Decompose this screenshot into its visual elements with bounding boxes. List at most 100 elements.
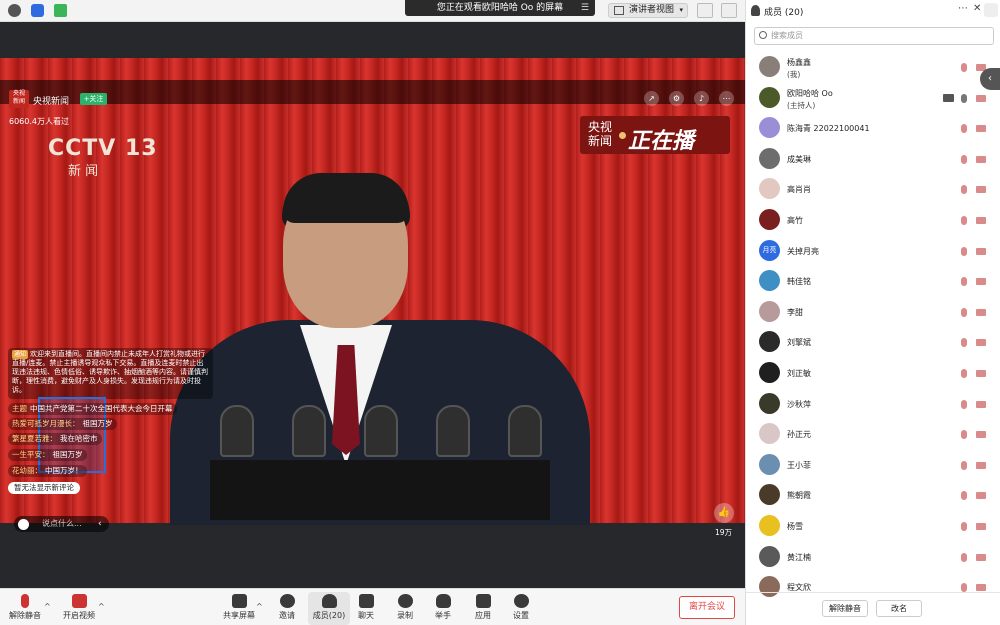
mic-muted-icon[interactable] [961,491,967,501]
mic-muted-icon[interactable] [961,216,967,225]
shield-icon[interactable] [31,4,44,17]
rename-button[interactable]: 改名 [876,600,922,617]
chevron-up-icon[interactable]: ^ [44,602,51,611]
camera-off-icon[interactable] [976,278,986,286]
member-row[interactable]: 杨雪 [746,511,1000,541]
comment: 主题 中国共产党第二十次全国代表大会今日开幕 [8,403,177,415]
more-icon[interactable]: ⋯ [958,3,968,14]
member-row[interactable]: 杨鑫鑫 (我) [746,52,1000,82]
mic-muted-icon[interactable] [961,583,967,593]
settings-button[interactable]: 设置 [500,592,542,625]
mic-muted-icon[interactable] [961,124,967,134]
mic-muted-icon[interactable] [961,522,967,531]
share-icon[interactable]: ↗ [644,91,659,106]
collapse-panel-tab[interactable]: ‹ [980,68,1000,90]
avatar [759,484,780,506]
camera-off-icon[interactable] [976,400,986,408]
members-label: 成员(20) [312,611,346,620]
follow-button[interactable]: +关注 [80,93,107,105]
member-row[interactable]: 月亮 关掉月亮 [746,236,1000,266]
member-row[interactable]: 黄江楠 [746,542,1000,572]
camera-off-icon[interactable] [976,492,986,500]
apps-button[interactable]: 应用 [462,592,504,625]
member-row[interactable]: 高肖肖 [746,174,1000,204]
camera-off-icon[interactable] [976,155,986,163]
invite-button[interactable]: 邀请 [266,592,308,625]
mic-muted-icon[interactable] [961,338,967,348]
mic-muted-icon[interactable] [961,185,967,195]
like-icon[interactable]: 👍 [714,503,734,523]
record-button[interactable]: 录制 [384,592,426,625]
member-row[interactable]: 李甜 [746,297,1000,327]
share-screen-button[interactable]: 共享屏幕 [218,592,260,625]
volume-icon[interactable]: ♪ [694,91,709,106]
settings-icon[interactable]: ⚙ [669,91,684,106]
camera-off-icon[interactable] [976,186,986,194]
camera-off-icon[interactable] [976,523,986,530]
chevron-up-icon[interactable]: ^ [256,602,263,611]
camera-off-icon[interactable] [976,553,986,561]
camera-off-icon[interactable] [976,217,986,224]
member-row[interactable]: 刘正敏 [746,358,1000,388]
member-row[interactable]: 韩佳铭 [746,266,1000,296]
unmute-button[interactable]: 解除静音 [4,592,46,625]
mic-muted-icon[interactable] [961,399,967,409]
member-row[interactable]: 欧阳哈哈 Oo (主持人) [746,83,1000,113]
member-row[interactable]: 孙正元 [746,419,1000,449]
member-row[interactable]: 高竹 [746,205,1000,235]
avatar [759,56,780,77]
mic-muted-icon[interactable] [961,430,967,440]
member-row[interactable]: 成美琳 [746,144,1000,174]
avatar [759,178,780,200]
chevron-left-icon[interactable]: ‹ [98,519,102,529]
member-row[interactable]: 陈海青 22022100041 [746,113,1000,143]
mic-muted-icon[interactable] [961,307,967,317]
camera-off-icon[interactable] [976,339,986,347]
mic-muted-icon[interactable] [961,63,967,72]
sidebar-toggle-button[interactable] [721,3,737,18]
start-video-button[interactable]: 开启视频 [58,592,100,625]
member-search-input[interactable]: 搜索成员 [754,27,994,45]
info-icon[interactable] [8,4,21,17]
share-screen-label: 共享屏幕 [223,611,255,620]
raise-hand-button[interactable]: 举手 [422,592,464,625]
member-row[interactable]: 沙秋萍 [746,389,1000,419]
view-mode-dropdown[interactable]: 演讲者视图 ▾ [608,3,688,18]
unmute-all-button[interactable]: 解除静音 [822,600,868,617]
leave-meeting-button[interactable]: 离开会议 [679,596,735,619]
member-row[interactable]: 刘擎斌 [746,327,1000,357]
close-icon[interactable]: ✕ [973,3,981,14]
emoji-icon[interactable] [18,519,29,530]
camera-off-icon[interactable] [976,125,986,133]
mic-muted-icon[interactable] [961,277,967,287]
more-icon[interactable]: ⋯ [719,91,734,106]
members-button[interactable]: 成员(20) [308,592,350,625]
no-new-comments-pill[interactable]: 暂无法显示新评论 [8,482,80,494]
member-name: 陈海青 22022100041 [787,124,870,134]
member-name: 韩佳铭 [787,277,811,287]
camera-off-icon[interactable] [976,431,986,439]
camera-off-icon[interactable] [976,94,986,102]
notification-icon[interactable] [984,3,998,17]
chevron-up-icon[interactable]: ^ [98,602,105,611]
signal-icon[interactable] [54,4,67,17]
fullscreen-button[interactable] [697,3,713,18]
mic-muted-icon[interactable] [961,552,967,562]
camera-off-icon[interactable] [976,584,986,592]
camera-off-icon[interactable] [976,308,986,316]
mic-icon[interactable] [961,93,967,103]
camera-off-icon[interactable] [976,247,986,255]
camera-off-icon[interactable] [976,461,986,469]
chat-button[interactable]: 聊天 [345,592,387,625]
mic-muted-icon[interactable] [961,369,967,378]
member-row[interactable]: 熊朝霞 [746,480,1000,510]
member-name: 刘正敏 [787,369,811,378]
mic-muted-icon[interactable] [961,246,967,256]
mic-muted-icon[interactable] [961,460,967,470]
mic-muted-icon[interactable] [961,154,967,164]
camera-off-icon[interactable] [976,370,986,377]
live-badge: 央视 新闻 正在播 [580,116,730,154]
live-badge-channel: 央视 新闻 [587,120,612,148]
member-row[interactable]: 王小菲 [746,450,1000,480]
menu-icon[interactable]: ☰ [581,0,589,16]
